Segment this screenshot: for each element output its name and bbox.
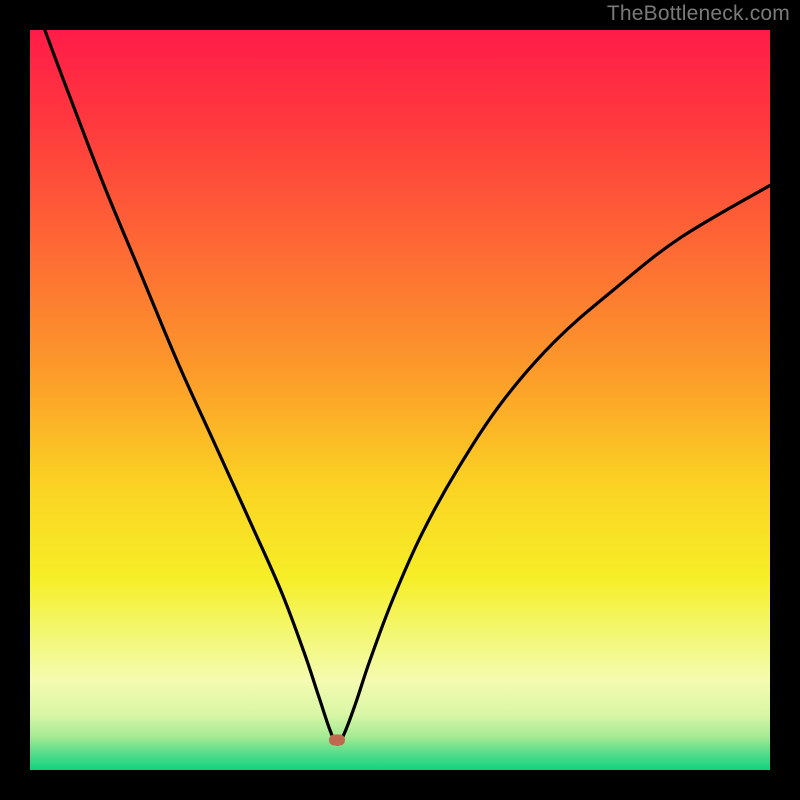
bottleneck-curve [45, 30, 770, 744]
watermark-label: TheBottleneck.com [607, 2, 790, 26]
curve-layer [30, 30, 770, 770]
optimal-point-marker [329, 735, 345, 746]
plot-area [30, 30, 770, 770]
chart-frame: TheBottleneck.com [0, 0, 800, 800]
